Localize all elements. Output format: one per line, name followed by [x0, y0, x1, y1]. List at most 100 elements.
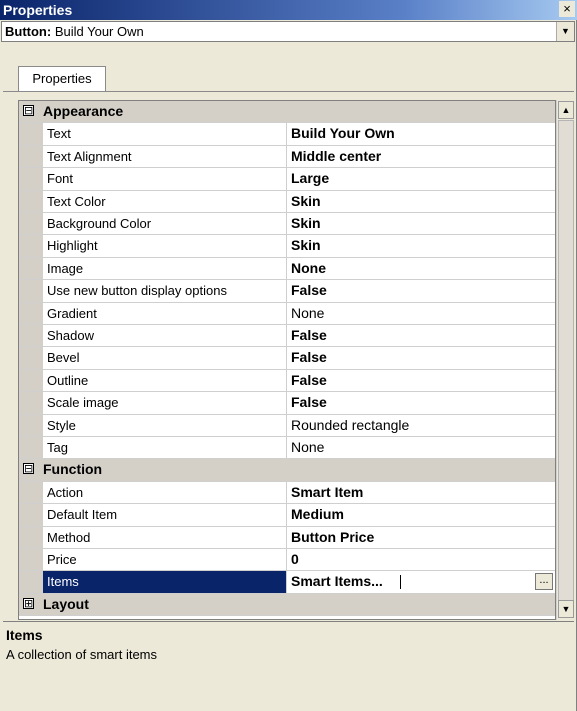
- row-gutter: [19, 123, 43, 145]
- property-name: Text Alignment: [47, 148, 132, 164]
- property-value[interactable]: False: [291, 394, 327, 410]
- dropdown-arrow-icon[interactable]: ▼: [556, 22, 574, 41]
- property-row[interactable]: Gradient None: [19, 302, 555, 325]
- object-selector[interactable]: Button: Build Your Own ▼: [1, 21, 575, 42]
- property-row[interactable]: Scale image False: [19, 392, 555, 415]
- property-value[interactable]: None: [291, 260, 326, 276]
- property-name: Default Item: [47, 507, 118, 523]
- property-value[interactable]: False: [291, 349, 327, 365]
- collapse-icon[interactable]: ⊟: [23, 463, 34, 475]
- property-name: Use new button display options: [47, 283, 227, 299]
- property-row[interactable]: Method Button Price: [19, 526, 555, 549]
- category-appearance[interactable]: ⊟ Appearance: [19, 101, 555, 124]
- vertical-scrollbar[interactable]: ▲ ▼: [556, 100, 574, 620]
- property-name: Text: [47, 126, 71, 142]
- property-value[interactable]: Rounded rectangle: [291, 417, 409, 433]
- property-row[interactable]: Image None: [19, 257, 555, 281]
- tab-strip-divider: [3, 91, 574, 92]
- property-row[interactable]: Font Large: [19, 168, 555, 191]
- property-name: Method: [47, 529, 91, 545]
- property-row[interactable]: Shadow False: [19, 325, 555, 348]
- column-divider: [286, 504, 287, 526]
- property-name: Gradient: [47, 305, 97, 321]
- property-value[interactable]: False: [291, 327, 327, 343]
- window-title: Properties: [3, 2, 73, 18]
- property-value[interactable]: Button Price: [291, 529, 374, 545]
- property-name: Bevel: [47, 350, 80, 366]
- collapse-icon[interactable]: ⊟: [23, 105, 34, 116]
- row-gutter: [19, 549, 43, 571]
- scroll-thumb[interactable]: [558, 120, 574, 604]
- row-gutter: [19, 145, 43, 168]
- property-name: Price: [47, 552, 77, 567]
- expand-icon[interactable]: ⊞: [23, 597, 34, 609]
- property-row[interactable]: Price 0: [19, 549, 555, 572]
- property-name: Outline: [47, 372, 89, 388]
- property-value[interactable]: Build Your Own: [291, 125, 395, 141]
- property-value[interactable]: Smart Item: [291, 484, 363, 500]
- category-function[interactable]: ⊟ Function: [19, 459, 555, 482]
- property-row[interactable]: Use new button display options False: [19, 280, 555, 303]
- property-row[interactable]: Default Item Medium: [19, 504, 555, 527]
- column-divider: [286, 123, 287, 145]
- property-value[interactable]: False: [291, 372, 327, 388]
- selection-highlight: [43, 571, 286, 593]
- property-value[interactable]: 0: [291, 551, 299, 567]
- property-row[interactable]: Items Smart Items......: [19, 571, 555, 594]
- description-title: Items: [6, 627, 43, 643]
- column-divider: [286, 145, 287, 168]
- property-name: Shadow: [47, 328, 94, 343]
- scroll-down-icon[interactable]: ▼: [558, 600, 574, 618]
- object-type-label: Button:: [5, 24, 52, 39]
- column-divider: [286, 369, 287, 392]
- property-value[interactable]: Skin: [291, 193, 321, 209]
- property-value[interactable]: Medium: [291, 506, 344, 522]
- property-name: Text Color: [47, 193, 106, 209]
- property-name: Font: [47, 171, 74, 187]
- description-panel: Items A collection of smart items: [3, 621, 574, 709]
- property-row[interactable]: Highlight Skin: [19, 235, 555, 258]
- text-caret: [400, 575, 401, 590]
- property-row[interactable]: Text Color Skin: [19, 190, 555, 213]
- row-gutter: [19, 168, 43, 190]
- property-row[interactable]: Style Rounded rectangle: [19, 414, 555, 437]
- category-layout[interactable]: ⊞ Layout: [19, 593, 555, 617]
- property-row[interactable]: Text Alignment Middle center: [19, 145, 555, 169]
- row-gutter: [19, 526, 43, 548]
- property-value[interactable]: Skin: [291, 215, 321, 231]
- close-icon[interactable]: ×: [559, 1, 575, 17]
- property-row[interactable]: Tag None: [19, 437, 555, 460]
- property-name: Highlight: [47, 238, 98, 254]
- property-value[interactable]: Middle center: [291, 148, 381, 164]
- property-name: Scale image: [47, 395, 119, 411]
- property-row[interactable]: Background Color Skin: [19, 213, 555, 236]
- column-divider: [286, 526, 287, 548]
- property-value[interactable]: None: [291, 439, 324, 455]
- row-gutter: [19, 280, 43, 302]
- property-value[interactable]: False: [291, 282, 327, 298]
- property-row[interactable]: Bevel False: [19, 347, 555, 370]
- property-value[interactable]: Large: [291, 170, 329, 186]
- row-gutter: [19, 325, 43, 347]
- category-label: Layout: [43, 595, 89, 612]
- property-name: Tag: [47, 440, 68, 455]
- scroll-up-icon[interactable]: ▲: [558, 101, 574, 119]
- tab-properties[interactable]: Properties: [18, 66, 106, 92]
- row-gutter: [19, 190, 43, 212]
- row-gutter: [19, 504, 43, 526]
- property-name: Image: [47, 260, 84, 276]
- row-gutter: [19, 392, 43, 414]
- row-gutter: [19, 437, 43, 459]
- property-value[interactable]: Smart Items...: [291, 573, 383, 589]
- property-row[interactable]: Text Build Your Own: [19, 123, 555, 146]
- row-gutter: [19, 257, 43, 280]
- property-value[interactable]: Skin: [291, 237, 321, 253]
- column-divider: [286, 392, 287, 414]
- row-gutter: [19, 369, 43, 392]
- property-name: Background Color: [47, 216, 152, 231]
- ellipsis-button[interactable]: ...: [535, 573, 553, 591]
- property-row[interactable]: Action Smart Item: [19, 481, 555, 505]
- property-value[interactable]: None: [291, 305, 324, 321]
- column-divider: [286, 190, 287, 212]
- property-row[interactable]: Outline False: [19, 369, 555, 393]
